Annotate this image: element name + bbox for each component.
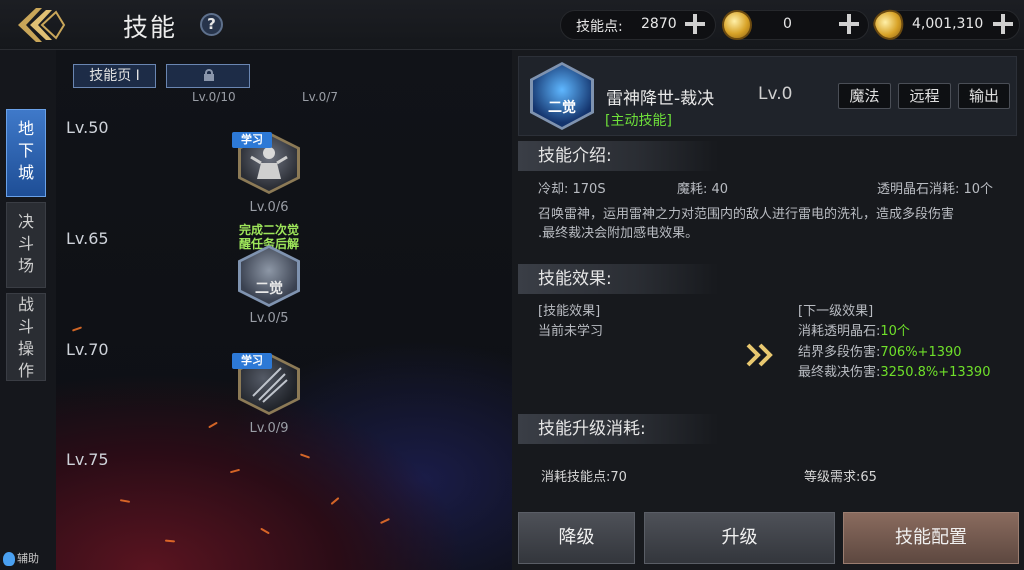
node-2-level: Lv.0/5	[249, 311, 289, 326]
next-effect-line: 消耗透明晶石:10个	[798, 324, 910, 339]
double-chevron-right-icon	[746, 343, 773, 367]
lock-icon	[204, 69, 214, 81]
next-effect-line: 结界多段伤害:706%+1390	[798, 345, 962, 360]
tab-dungeon[interactable]: 地 下 城	[6, 109, 46, 197]
tag-damage: 输出	[958, 83, 1010, 109]
coin-value: 0	[783, 16, 792, 32]
page-1-count: Lv.0/10	[192, 90, 236, 104]
skill-node-2-awakening[interactable]: 二觉	[238, 245, 300, 307]
gold-value: 4,001,310	[912, 16, 984, 32]
skill-points-value: 2870	[641, 16, 677, 32]
page-title: 技能	[123, 13, 178, 42]
intro-section-title: 技能介绍:	[518, 141, 718, 171]
learn-badge: 学习	[232, 353, 272, 369]
tree-level-label: Lv.65	[66, 229, 109, 248]
node-1-level: Lv.0/6	[249, 200, 289, 215]
gold-coin-icon	[722, 10, 752, 40]
add-coin-plus-icon[interactable]	[838, 13, 860, 35]
skill-description-line-2: .最终裁决会附加感电效果。	[538, 226, 699, 241]
help-icon[interactable]: ?	[200, 13, 223, 36]
add-gold-plus-icon[interactable]	[992, 13, 1014, 35]
page-2-count: Lv.0/7	[302, 90, 338, 104]
current-effect-text: 当前未学习	[538, 324, 604, 339]
skill-node-3[interactable]: 学习	[232, 353, 300, 415]
skill-node-1[interactable]: 学习	[232, 132, 300, 194]
upgrade-button[interactable]: 升级	[644, 512, 835, 564]
skill-page-2-tab-locked[interactable]	[166, 64, 250, 88]
level-requirement: 等级需求:65	[804, 470, 877, 485]
back-arrow-icon[interactable]	[12, 4, 72, 46]
skill-level: Lv.0	[758, 84, 793, 104]
skill-page-1-tab[interactable]: 技能页 I	[73, 64, 156, 88]
add-skill-points-plus-icon[interactable]	[684, 13, 706, 35]
assist-button[interactable]: 辅助	[3, 550, 39, 566]
effect-section-title: 技能效果:	[518, 264, 718, 294]
tree-level-label: Lv.50	[66, 118, 109, 137]
tree-level-label: Lv.75	[66, 450, 109, 469]
downgrade-button[interactable]: 降级	[518, 512, 635, 564]
tree-level-label: Lv.70	[66, 340, 109, 359]
current-effect-title: [技能效果]	[538, 304, 601, 319]
skill-description-line-1: 召唤雷神，运用雷神之力对范围内的敌人进行雷电的洗礼，造成多段伤害	[538, 207, 955, 222]
upgrade-cost-section-title: 技能升级消耗:	[518, 414, 718, 444]
tab-battle-controls[interactable]: 战 斗 操 作	[6, 293, 46, 381]
next-effect-title: [下一级效果]	[798, 304, 874, 319]
node-3-level: Lv.0/9	[249, 421, 289, 436]
flame-icon	[3, 552, 15, 566]
skill-points-label: 技能点:	[576, 19, 623, 35]
crystal-cost: 透明晶石消耗: 10个	[877, 182, 994, 197]
skill-config-button[interactable]: 技能配置	[843, 512, 1019, 564]
next-effect-line: 最终裁决伤害:3250.8%+13390	[798, 365, 991, 380]
skill-point-cost: 消耗技能点:70	[541, 470, 627, 485]
cooldown: 冷却: 170S	[538, 182, 606, 197]
tag-ranged: 远程	[898, 83, 951, 109]
top-bar: 技能 ? 技能点: 2870 0 4,001,310	[0, 0, 1024, 50]
mana-cost: 魔耗: 40	[677, 182, 729, 197]
skill-type: [主动技能]	[605, 113, 672, 129]
tag-magic: 魔法	[838, 83, 891, 109]
skill-name: 雷神降世-裁决	[606, 89, 715, 109]
tab-arena[interactable]: 决 斗 场	[6, 202, 46, 288]
learn-badge: 学习	[232, 132, 272, 148]
